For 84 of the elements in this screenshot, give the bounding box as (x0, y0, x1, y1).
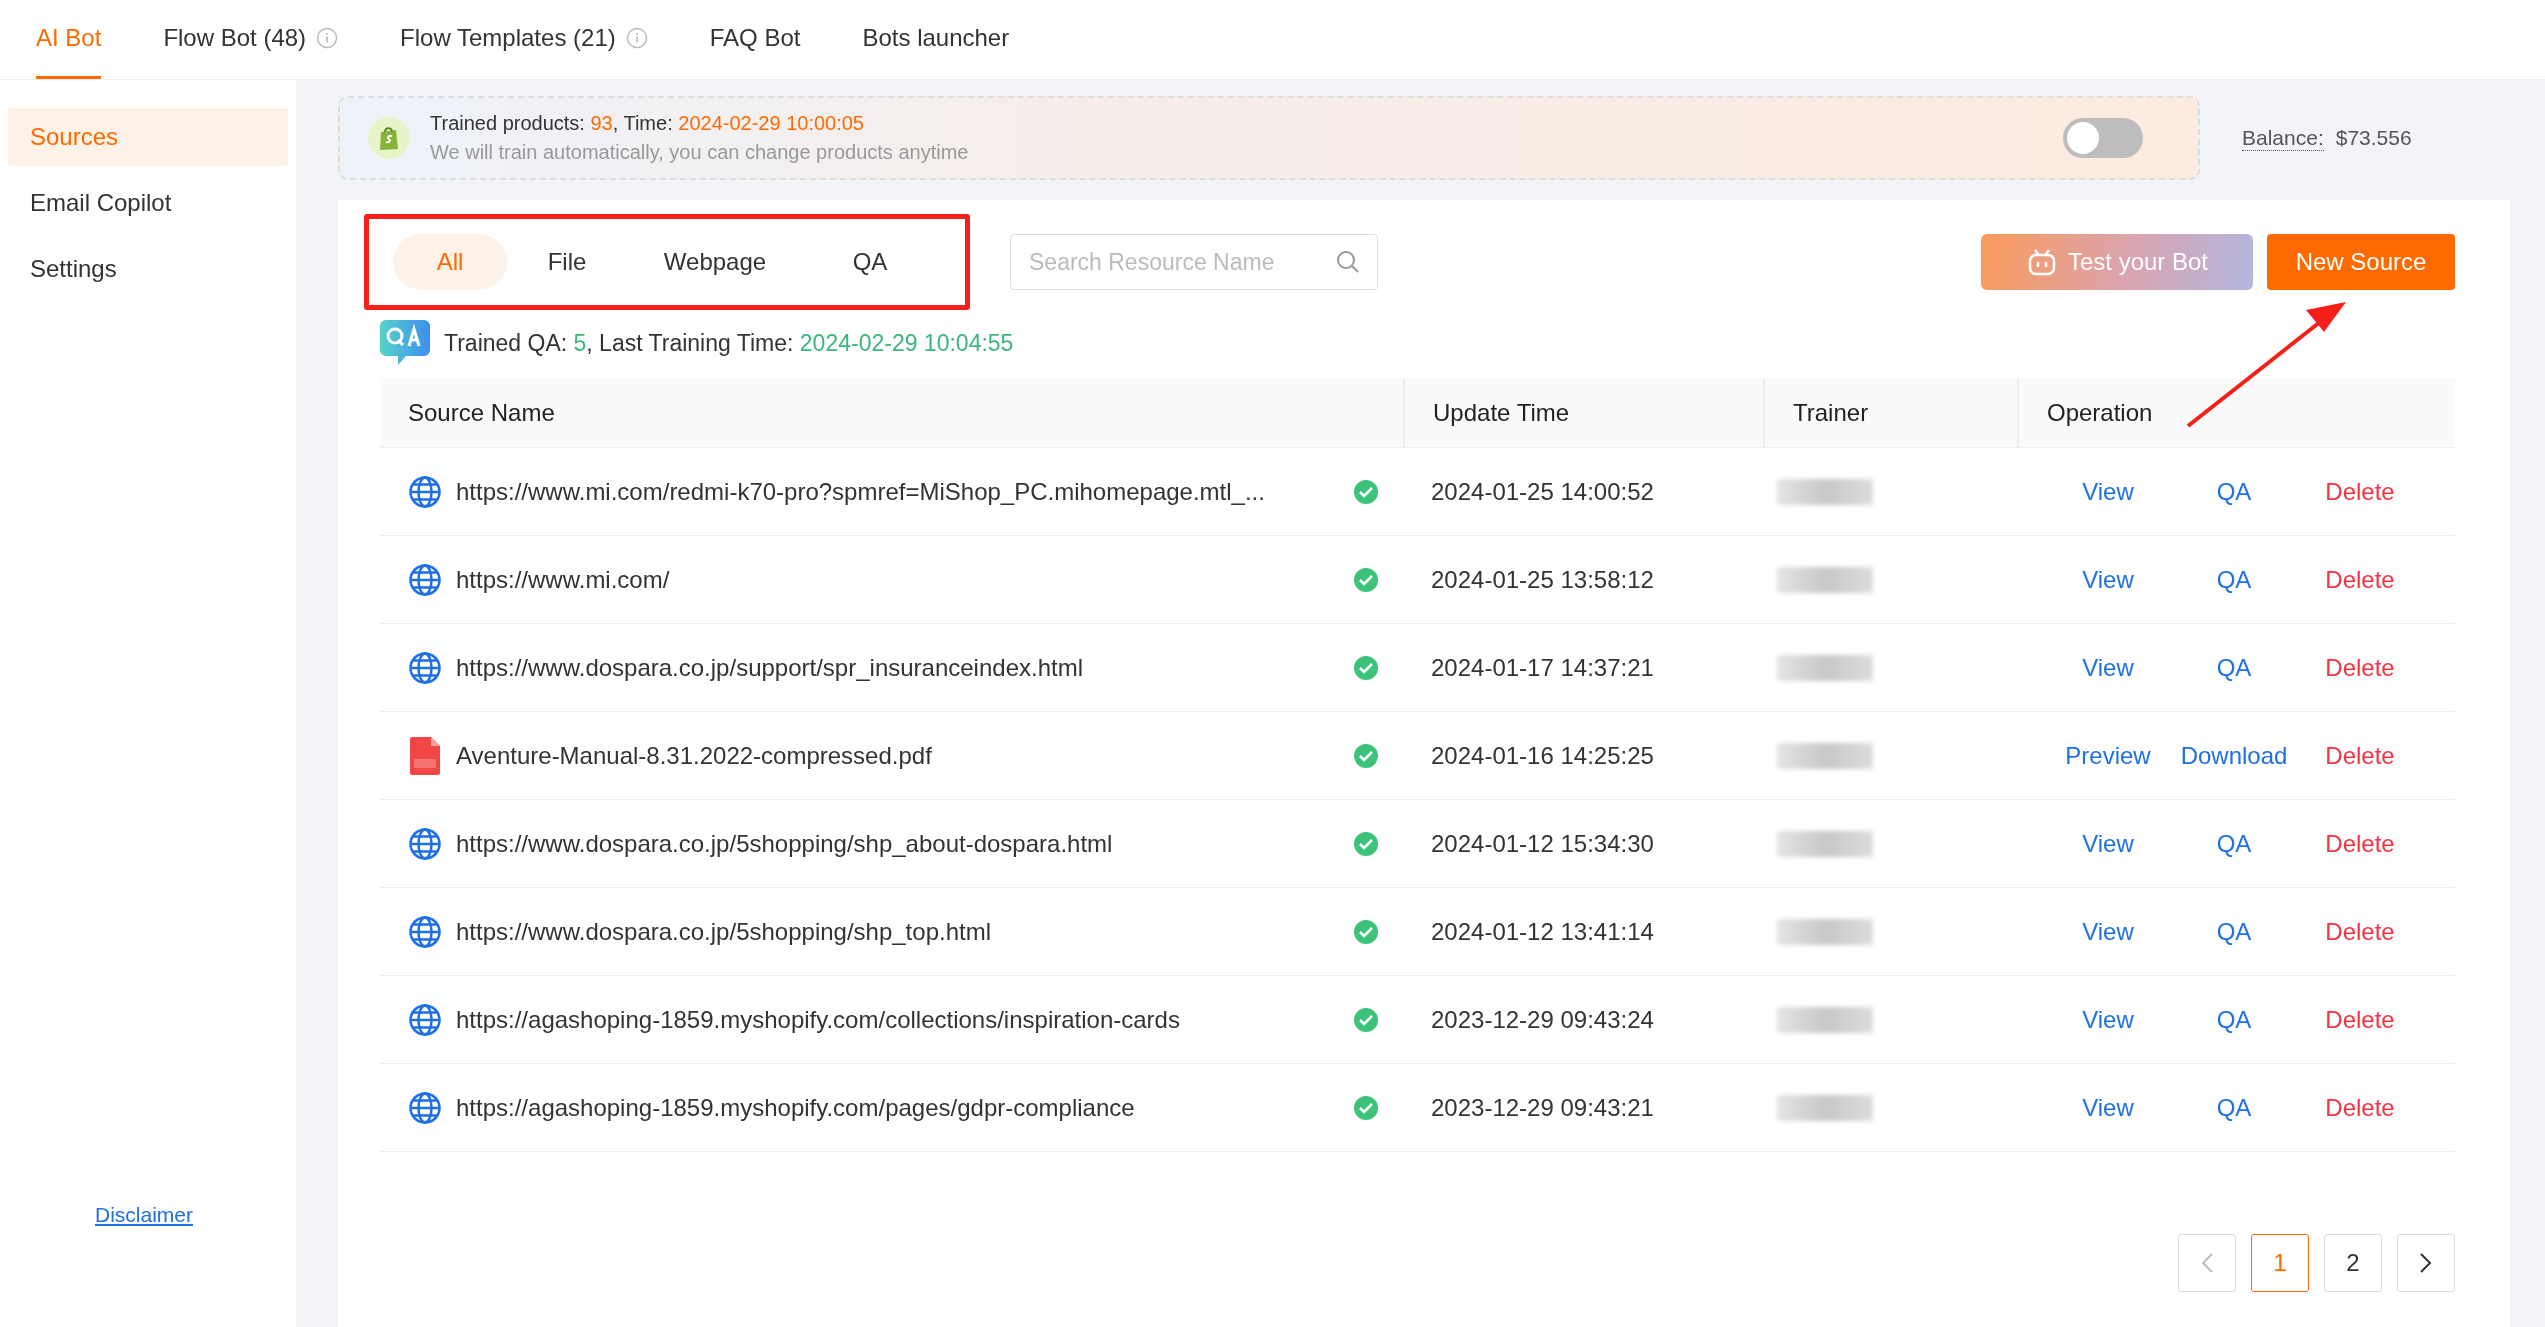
globe-icon (408, 650, 442, 685)
action-link[interactable]: View (2045, 653, 2171, 682)
page-button[interactable]: 1 (2251, 1234, 2309, 1292)
qa-icon (380, 320, 430, 366)
filter-tab[interactable]: Webpage (627, 234, 803, 290)
source-name: https://www.dospara.co.jp/5shopping/shp_about-dospara.html (456, 829, 1114, 858)
action-link[interactable]: View (2045, 917, 2171, 946)
update-time: 2024-01-12 15:34:30 (1430, 829, 1655, 858)
action-link[interactable]: View (2045, 565, 2171, 594)
action-link[interactable]: QA (2171, 1005, 2297, 1034)
source-name: https://www.mi.com/ (456, 565, 671, 594)
action-link[interactable]: View (2045, 829, 2171, 858)
qa-training-status: Trained QA: 5, Last Training Time: 2024-02-29 10:04:55 (444, 329, 1014, 357)
action-link[interactable]: Delete (2297, 565, 2423, 594)
nav-tab[interactable]: Flow Bot (48) (163, 0, 339, 79)
filter-tab[interactable]: QA (803, 234, 937, 290)
action-link[interactable]: View (2045, 1005, 2171, 1034)
action-link[interactable]: View (2045, 1093, 2171, 1122)
globe-icon (408, 826, 442, 861)
nav-tab[interactable]: Flow Templates (21) (400, 0, 648, 79)
source-name: https://www.mi.com/redmi-k70-pro?spmref=MiShop_PC.mihomepage.mtl_... (456, 477, 1266, 506)
source-name: https://agashoping-1859.myshopify.com/pages/gdpr-compliance (456, 1093, 1136, 1122)
action-link[interactable]: QA (2171, 653, 2297, 682)
info-icon (316, 27, 339, 49)
filter-tab[interactable]: File (507, 234, 627, 290)
action-link[interactable]: Delete (2297, 829, 2423, 858)
trained-products-text: Trained products: 93, Time: 2024-02-29 10:00:05 (430, 112, 865, 135)
source-name: Aventure-Manual-8.31.2022-compressed.pdf (456, 741, 933, 770)
update-time: 2024-01-12 13:41:14 (1430, 917, 1655, 946)
action-link[interactable]: Download (2171, 741, 2297, 770)
sidebar-item[interactable]: Settings (8, 240, 288, 298)
info-icon (625, 27, 648, 49)
action-link[interactable]: QA (2171, 917, 2297, 946)
chevron-left-icon (2200, 1252, 2214, 1274)
globe-icon (408, 1090, 442, 1125)
balance-label: Balance: (2242, 125, 2324, 151)
source-name: https://agashoping-1859.myshopify.com/collections/inspiration-cards (456, 1005, 1181, 1034)
column-header: Update Time (1433, 398, 1570, 427)
new-source-button[interactable]: New Source (2267, 234, 2455, 290)
next-page-button[interactable] (2397, 1234, 2455, 1292)
action-link[interactable]: View (2045, 477, 2171, 506)
sidebar-item[interactable]: Sources (8, 108, 288, 166)
action-link[interactable]: Delete (2297, 653, 2423, 682)
action-link[interactable]: QA (2171, 477, 2297, 506)
globe-icon (408, 1002, 442, 1037)
banner-hint: We will train automatically, you can change products anytime (430, 141, 970, 164)
column-header: Operation (2047, 398, 2153, 427)
update-time: 2024-01-17 14:37:21 (1430, 653, 1655, 682)
column-header: Trainer (1793, 398, 1869, 427)
source-name: https://www.dospara.co.jp/5shopping/shp_top.html (456, 917, 992, 946)
column-header: Source Name (408, 398, 555, 427)
globe-icon (408, 914, 442, 949)
filter-tab[interactable]: All (393, 234, 507, 290)
action-link[interactable]: Delete (2297, 1005, 2423, 1034)
shopping-bag-icon (368, 117, 410, 159)
action-link[interactable]: Delete (2297, 917, 2423, 946)
update-time: 2023-12-29 09:43:21 (1430, 1093, 1655, 1122)
action-link[interactable]: QA (2171, 829, 2297, 858)
update-time: 2023-12-29 09:43:24 (1430, 1005, 1655, 1034)
chevron-right-icon (2419, 1252, 2433, 1274)
nav-tab[interactable]: Bots launcher (862, 0, 1010, 79)
action-link[interactable]: Delete (2297, 741, 2423, 770)
update-time: 2024-01-25 13:58:12 (1430, 565, 1655, 594)
action-link[interactable]: Delete (2297, 477, 2423, 506)
action-link[interactable]: Delete (2297, 1093, 2423, 1122)
page-button[interactable]: 2 (2324, 1234, 2382, 1292)
update-time: 2024-01-25 14:00:52 (1430, 477, 1655, 506)
nav-tab[interactable]: FAQ Bot (709, 0, 801, 79)
globe-icon (408, 474, 442, 509)
search-icon (1336, 250, 1360, 274)
nav-tab[interactable]: AI Bot (36, 0, 102, 79)
pdf-file-icon (408, 736, 442, 775)
search-field[interactable]: Search Resource Name (1010, 234, 1378, 290)
action-link[interactable]: QA (2171, 1093, 2297, 1122)
balance-value: $73.556 (2335, 125, 2412, 151)
previous-page-button[interactable] (2178, 1234, 2236, 1292)
globe-icon (408, 562, 442, 597)
action-link[interactable]: QA (2171, 565, 2297, 594)
action-link[interactable]: Preview (2045, 741, 2171, 770)
source-name: https://www.dospara.co.jp/support/spr_insuranceindex.html (456, 653, 1084, 682)
toggle-switch[interactable] (2063, 118, 2143, 158)
update-time: 2024-01-16 14:25:25 (1430, 741, 1655, 770)
disclaimer-link[interactable]: Disclaimer (95, 1203, 193, 1227)
sidebar-item[interactable]: Email Copilot (8, 174, 288, 232)
